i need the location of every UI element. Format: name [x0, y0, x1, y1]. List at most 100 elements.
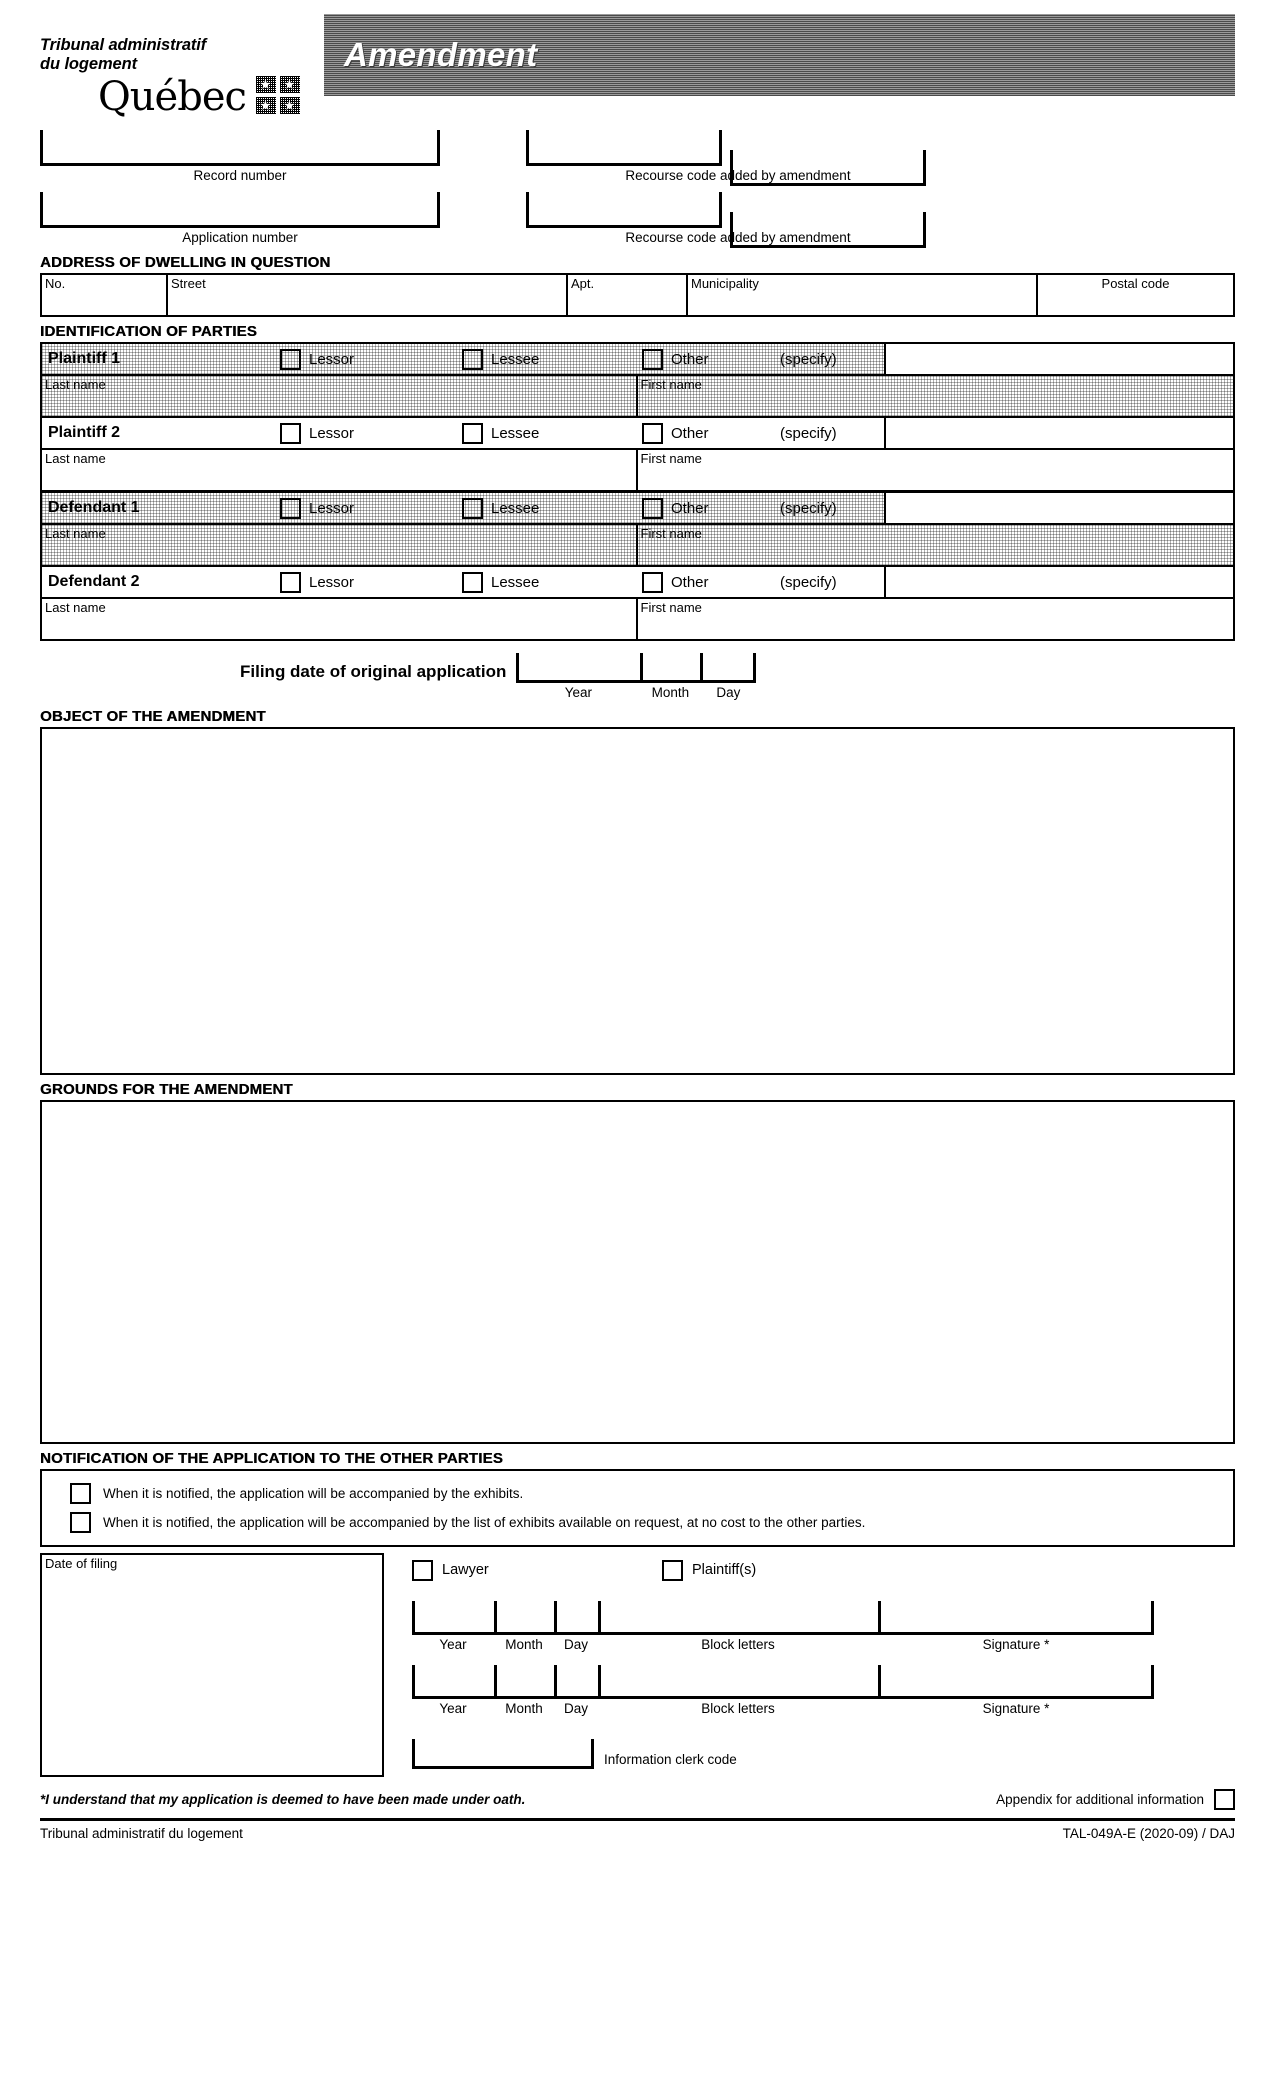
signature-2-day-input[interactable]: [554, 1665, 598, 1699]
address-cell-municipality[interactable]: Municipality: [688, 275, 1038, 315]
signer-option-plaintiffs[interactable]: Plaintiff(s): [662, 1559, 756, 1581]
last-name-field-defendant-1[interactable]: Last name: [42, 525, 638, 565]
appendix-label: Appendix for additional information: [996, 1792, 1204, 1807]
address-label-municipality: Municipality: [691, 276, 759, 291]
option-lessee-plaintiff-1[interactable]: Lessee: [462, 348, 642, 370]
specify-input-defendant-1[interactable]: [884, 493, 1233, 523]
filing-date-year-label: Year: [564, 685, 592, 700]
application-number-input[interactable]: [40, 192, 440, 228]
clerk-code-input[interactable]: [412, 1739, 594, 1769]
first-name-field-defendant-2[interactable]: First name: [638, 599, 1234, 639]
option-lessor-defendant-2[interactable]: Lessor: [280, 571, 462, 593]
notification-option-list-of-exhibits[interactable]: When it is notified, the application wil…: [42, 1508, 1233, 1537]
address-cell-postal-code[interactable]: Postal code: [1038, 275, 1233, 315]
specify-input-plaintiff-1[interactable]: [884, 344, 1233, 374]
option-other-plaintiff-1[interactable]: Other: [642, 348, 772, 370]
checkbox-lessor-icon[interactable]: [280, 422, 301, 444]
signature-1-signature-input[interactable]: [878, 1601, 1154, 1635]
appendix-option[interactable]: Appendix for additional information: [996, 1789, 1235, 1810]
last-name-field-plaintiff-1[interactable]: Last name: [42, 376, 638, 416]
signature-1-day-input[interactable]: [554, 1601, 598, 1635]
checkbox-lessee-icon[interactable]: [462, 348, 483, 370]
address-cell-apt[interactable]: Apt.: [568, 275, 688, 315]
checkbox-other-icon[interactable]: [642, 348, 663, 370]
signature-2-year-input[interactable]: [412, 1665, 494, 1699]
filing-date-year-input[interactable]: [516, 653, 641, 683]
address-label-apt: Apt.: [571, 276, 595, 291]
option-lessor-defendant-1[interactable]: Lessor: [280, 497, 462, 519]
checkbox-lessor-icon[interactable]: [280, 348, 301, 370]
checkbox-other-icon[interactable]: [642, 422, 663, 444]
filing-date-day-label: Day: [716, 685, 741, 700]
option-lessee-defendant-1[interactable]: Lessee: [462, 497, 642, 519]
specify-input-plaintiff-2[interactable]: [884, 418, 1233, 448]
recourse-code-1a-input[interactable]: [526, 130, 722, 166]
checkbox-lessor-icon[interactable]: [280, 497, 301, 519]
checkbox-other-icon[interactable]: [642, 571, 663, 593]
last-name-field-plaintiff-2[interactable]: Last name: [42, 450, 638, 490]
checkbox-other-icon[interactable]: [642, 497, 663, 519]
signature-section: Date of filing Lawyer Plaintiff(s) Year: [40, 1553, 1235, 1777]
filing-date-row: Filing date of original application Year…: [40, 653, 1235, 702]
signature-row-1: Year Month Day Block letters Signature *: [412, 1601, 1235, 1655]
record-number-row: Record number Recourse code added by ame…: [40, 130, 1235, 186]
recourse-code-2b-input[interactable]: [730, 212, 926, 248]
footer-row: Tribunal administratif du logement TAL-0…: [40, 1821, 1235, 1841]
party-names-defendant-1: Last name First name: [42, 525, 1233, 565]
signer-option-lawyer[interactable]: Lawyer: [412, 1559, 662, 1581]
first-name-field-plaintiff-2[interactable]: First name: [638, 450, 1234, 490]
signature-2-month-label: Month: [505, 1701, 543, 1716]
grounds-for-amendment-textarea[interactable]: [40, 1100, 1235, 1444]
specify-input-defendant-2[interactable]: [884, 567, 1233, 597]
first-name-label: First name: [640, 377, 702, 392]
signature-1-block-letters-label: Block letters: [701, 1637, 775, 1652]
signature-row-2: Year Month Day Block letters Signature *: [412, 1665, 1235, 1719]
signature-1-block-letters-input[interactable]: [598, 1601, 878, 1635]
option-label-other: Other: [671, 424, 709, 442]
signature-2-block-letters-input[interactable]: [598, 1665, 878, 1699]
option-label-lessee: Lessee: [491, 499, 540, 517]
checkbox-lessee-icon[interactable]: [462, 497, 483, 519]
notification-option-exhibits[interactable]: When it is notified, the application wil…: [42, 1479, 1233, 1508]
address-label-postal-code: Postal code: [1101, 276, 1170, 291]
signer-option-lawyer-label: Lawyer: [442, 1562, 489, 1578]
checkbox-list-of-exhibits-icon[interactable]: [70, 1512, 91, 1533]
last-name-label: Last name: [45, 600, 106, 615]
date-of-filing-field[interactable]: Date of filing: [40, 1553, 384, 1777]
option-lessor-plaintiff-2[interactable]: Lessor: [280, 422, 462, 444]
org-line-2: du logement: [40, 55, 137, 73]
signature-2-month-input[interactable]: [494, 1665, 554, 1699]
object-of-amendment-textarea[interactable]: [40, 727, 1235, 1075]
address-cell-street[interactable]: Street: [168, 275, 568, 315]
option-other-plaintiff-2[interactable]: Other: [642, 422, 772, 444]
filing-date-month-input[interactable]: [640, 653, 701, 683]
signature-2-signature-input[interactable]: [878, 1665, 1154, 1699]
checkbox-exhibits-icon[interactable]: [70, 1483, 91, 1504]
signature-1-month-input[interactable]: [494, 1601, 554, 1635]
checkbox-appendix-icon[interactable]: [1214, 1789, 1235, 1810]
checkbox-lessee-icon[interactable]: [462, 422, 483, 444]
option-lessor-plaintiff-1[interactable]: Lessor: [280, 348, 462, 370]
first-name-field-plaintiff-1[interactable]: First name: [638, 376, 1234, 416]
checkbox-lessee-icon[interactable]: [462, 571, 483, 593]
address-cell-no[interactable]: No.: [42, 275, 168, 315]
last-name-label: Last name: [45, 451, 106, 466]
option-other-defendant-2[interactable]: Other: [642, 571, 772, 593]
option-lessee-plaintiff-2[interactable]: Lessee: [462, 422, 642, 444]
filing-date-month-label: Month: [651, 685, 690, 700]
record-number-input[interactable]: [40, 130, 440, 166]
checkbox-plaintiffs-icon[interactable]: [662, 1559, 683, 1581]
party-block-defendant-2: Defendant 2 Lessor Lessee Other (specify…: [40, 565, 1235, 641]
signature-1-year-input[interactable]: [412, 1601, 494, 1635]
checkbox-lessor-icon[interactable]: [280, 571, 301, 593]
option-lessee-defendant-2[interactable]: Lessee: [462, 571, 642, 593]
recourse-code-2a-input[interactable]: [526, 192, 722, 228]
option-other-defendant-1[interactable]: Other: [642, 497, 772, 519]
first-name-field-defendant-1[interactable]: First name: [638, 525, 1234, 565]
checkbox-lawyer-icon[interactable]: [412, 1559, 433, 1581]
party-block-plaintiff-2: Plaintiff 2 Lessor Lessee Other (specify…: [40, 416, 1235, 490]
quebec-wordmark: Québec: [98, 74, 247, 120]
last-name-field-defendant-2[interactable]: Last name: [42, 599, 638, 639]
filing-date-day-input[interactable]: [700, 653, 757, 683]
recourse-code-1b-input[interactable]: [730, 150, 926, 186]
